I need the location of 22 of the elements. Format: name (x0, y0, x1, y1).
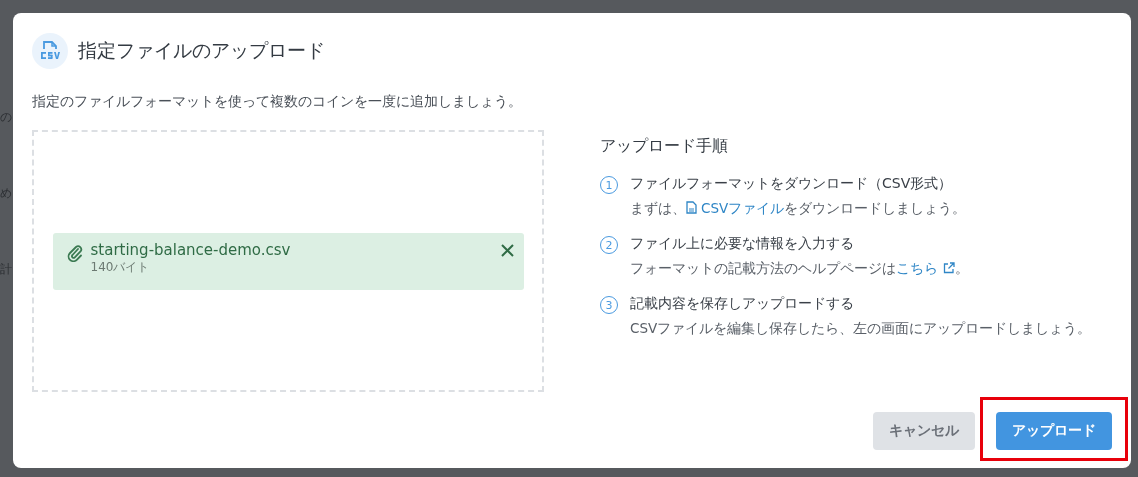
file-name: starting-balance-demo.csv (90, 240, 292, 259)
help-page-link[interactable]: こちら (896, 260, 955, 276)
dialog-description: 指定のファイルフォーマットを使って複数のコインを一度に追加しましょう。 (32, 93, 523, 111)
file-size: 140バイト (90, 258, 151, 276)
external-link-icon (943, 262, 955, 274)
step-title: ファイル上に必要な情報を入力する (630, 235, 855, 253)
cancel-button[interactable]: キャンセル (873, 412, 975, 450)
dialog-title: 指定ファイルのアップロード (78, 38, 325, 63)
step-description: CSVファイルを編集し保存したら、左の画面にアップロードしましょう。 (630, 319, 1092, 338)
paperclip-icon (66, 243, 83, 262)
step-description: フォーマットの記載方法のヘルプページは こちら 。 (630, 259, 970, 278)
file-drop-zone[interactable]: starting-balance-demo.csv 140バイト (32, 130, 544, 392)
remove-file-button[interactable] (500, 243, 514, 257)
csv-file-link[interactable]: CSVファイル (686, 200, 785, 216)
steps-heading: アップロード手順 (600, 136, 729, 157)
document-icon (686, 201, 697, 214)
close-icon (500, 243, 514, 257)
csv-file-icon (40, 40, 60, 62)
upload-button[interactable]: アップロード (996, 412, 1112, 450)
step-title: ファイルフォーマットをダウンロード（CSV形式） (630, 175, 954, 193)
step-title: 記載内容を保存しアップロードする (630, 295, 855, 313)
step-description: まずは、 CSVファイルをダウンロードしましょう。 (630, 199, 968, 218)
